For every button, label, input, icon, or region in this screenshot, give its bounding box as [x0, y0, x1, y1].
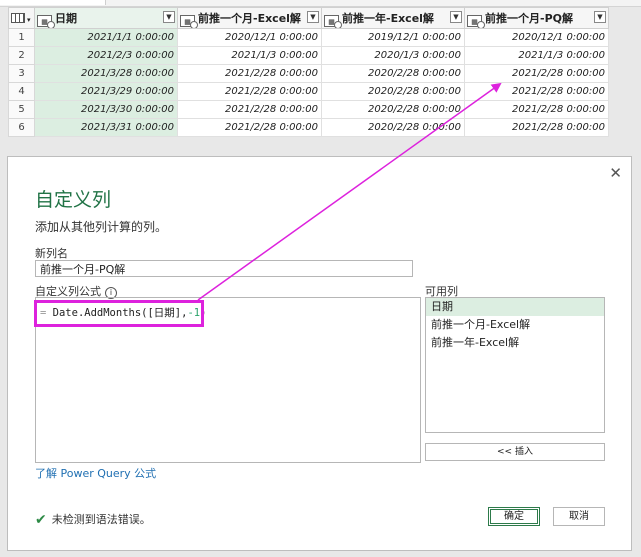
table-cell[interactable]: 2021/3/31 0:00:00 [34, 118, 178, 137]
table-cell[interactable]: 2021/1/3 0:00:00 [177, 46, 322, 65]
table-cell[interactable]: 2020/12/1 0:00:00 [464, 28, 609, 47]
column-header-date[interactable]: ▦ 日期 ▼ [34, 7, 178, 29]
column-header-prev-year-excel[interactable]: ▦ 前推一年-Excel解 ▼ [321, 7, 465, 29]
cancel-button[interactable]: 取消 [553, 507, 605, 526]
checkmark-icon: ✔ [35, 512, 47, 528]
dialog-subtitle: 添加从其他列计算的列。 [35, 220, 168, 234]
datetime-type-icon: ▦ [324, 14, 342, 28]
list-item[interactable]: 前推一个月-Excel解 [426, 316, 604, 334]
table-cell[interactable]: 2021/1/1 0:00:00 [34, 28, 178, 47]
column-header-prev-month-pq[interactable]: ▦ 前推一个月-PQ解 ▼ [464, 7, 609, 29]
dialog-title: 自定义列 [35, 189, 112, 211]
table-cell[interactable]: 2021/3/28 0:00:00 [34, 64, 178, 83]
table-cell[interactable]: 2020/2/28 0:00:00 [321, 100, 465, 119]
available-columns-list[interactable]: 日期 前推一个月-Excel解 前推一年-Excel解 [425, 297, 605, 433]
row-number[interactable]: 3 [8, 64, 35, 83]
table-cell[interactable]: 2021/2/3 0:00:00 [34, 46, 178, 65]
row-number[interactable]: 1 [8, 28, 35, 47]
datetime-type-icon: ▦ [180, 14, 198, 28]
custom-column-dialog: ✕ 自定义列 添加从其他列计算的列。 新列名 前推一个月-PQ解 自定义列公式 i… [7, 156, 632, 551]
table-cell[interactable]: 2021/2/28 0:00:00 [177, 82, 322, 101]
table-cell[interactable]: 2021/2/28 0:00:00 [464, 64, 609, 83]
table-menu-button[interactable]: ▾ [8, 7, 35, 29]
datetime-type-icon: ▦ [37, 14, 55, 28]
learn-power-query-link[interactable]: 了解 Power Query 公式 [35, 465, 156, 481]
insert-button[interactable]: << 插入 [425, 443, 605, 461]
table-row[interactable]: 3 2021/3/28 0:00:00 2021/2/28 0:00:00 2020/… [8, 64, 609, 83]
row-number[interactable]: 2 [8, 46, 35, 65]
top-strip [0, 0, 641, 7]
table-cell[interactable]: 2021/2/28 0:00:00 [464, 118, 609, 137]
row-number[interactable]: 4 [8, 82, 35, 101]
column-header-prev-month-excel[interactable]: ▦ 前推一个月-Excel解 ▼ [177, 7, 322, 29]
table-row[interactable]: 2 2021/2/3 0:00:00 2021/1/3 0:00:00 2020/1/… [8, 46, 609, 65]
list-item[interactable]: 前推一年-Excel解 [426, 334, 604, 352]
formula-highlight-box [34, 300, 204, 327]
table-cell[interactable]: 2020/2/28 0:00:00 [321, 82, 465, 101]
table-cell[interactable]: 2021/2/28 0:00:00 [177, 118, 322, 137]
filter-dropdown-icon[interactable]: ▼ [307, 11, 319, 23]
new-column-name-label: 新列名 [35, 247, 68, 260]
table-cell[interactable]: 2020/2/28 0:00:00 [321, 64, 465, 83]
ok-button[interactable]: 确定 [488, 507, 540, 526]
table-cell[interactable]: 2021/2/28 0:00:00 [177, 64, 322, 83]
table-row[interactable]: 6 2021/3/31 0:00:00 2021/2/28 0:00:00 2020/… [8, 118, 609, 137]
table-cell[interactable]: 2021/2/28 0:00:00 [177, 100, 322, 119]
filter-dropdown-icon[interactable]: ▼ [594, 11, 606, 23]
filter-dropdown-icon[interactable]: ▼ [163, 11, 175, 23]
table-icon [11, 12, 25, 23]
syntax-status: ✔ 未检测到语法错误。 [35, 512, 151, 528]
table-cell[interactable]: 2021/1/3 0:00:00 [464, 46, 609, 65]
table-cell[interactable]: 2019/12/1 0:00:00 [321, 28, 465, 47]
table-cell[interactable]: 2020/1/3 0:00:00 [321, 46, 465, 65]
data-grid: ▾ ▦ 日期 ▼ ▦ 前推一个月-Excel解 ▼ ▦ 前推一年-Excel解 ▼ ▦ 前推一… [8, 7, 609, 137]
table-row[interactable]: 5 2021/3/30 0:00:00 2021/2/28 0:00:00 2020/… [8, 100, 609, 119]
table-cell[interactable]: 2021/3/29 0:00:00 [34, 82, 178, 101]
list-item[interactable]: 日期 [426, 298, 604, 316]
table-cell[interactable]: 2020/2/28 0:00:00 [321, 118, 465, 137]
new-column-name-input[interactable]: 前推一个月-PQ解 [35, 260, 413, 277]
close-icon[interactable]: ✕ [609, 164, 622, 182]
table-cell[interactable]: 2021/2/28 0:00:00 [464, 82, 609, 101]
table-cell[interactable]: 2021/3/30 0:00:00 [34, 100, 178, 119]
table-row[interactable]: 4 2021/3/29 0:00:00 2021/2/28 0:00:00 2020/… [8, 82, 609, 101]
chevron-down-icon: ▾ [27, 15, 31, 24]
table-cell[interactable]: 2021/2/28 0:00:00 [464, 100, 609, 119]
datetime-type-icon: ▦ [467, 14, 485, 28]
query-tab-stub[interactable] [0, 0, 106, 5]
row-number[interactable]: 6 [8, 118, 35, 137]
table-cell[interactable]: 2020/12/1 0:00:00 [177, 28, 322, 47]
row-number[interactable]: 5 [8, 100, 35, 119]
filter-dropdown-icon[interactable]: ▼ [450, 11, 462, 23]
table-row[interactable]: 1 2021/1/1 0:00:00 2020/12/1 0:00:00 2019/1… [8, 28, 609, 47]
